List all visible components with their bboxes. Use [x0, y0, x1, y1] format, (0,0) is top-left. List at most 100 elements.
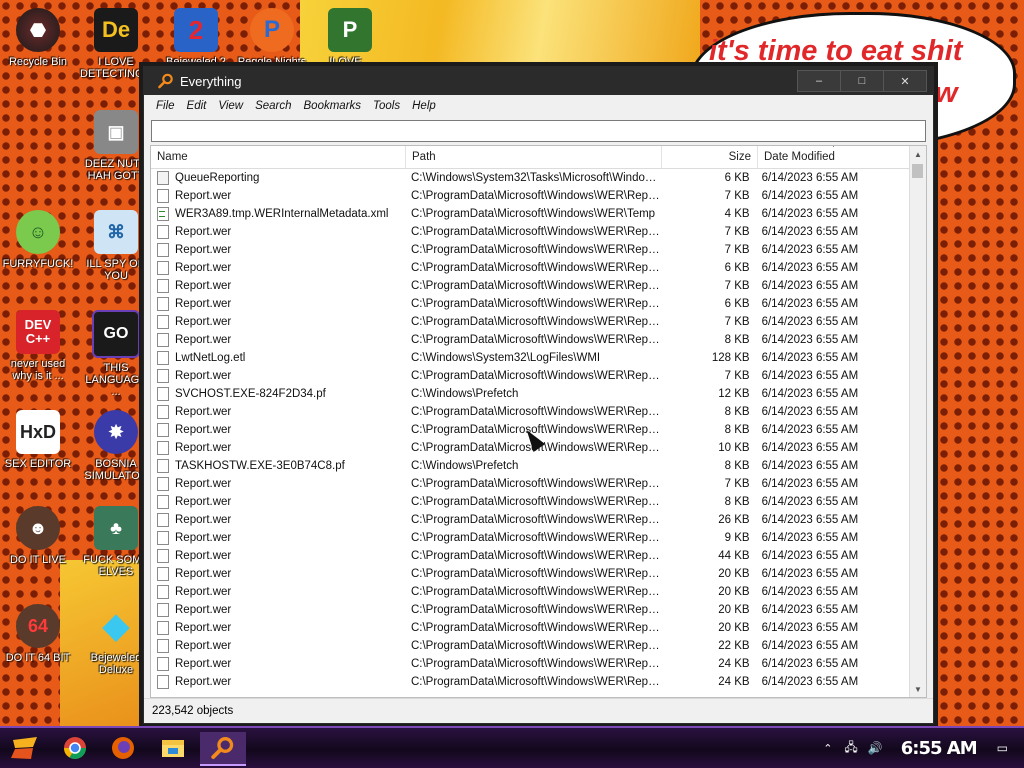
desktop-icon-bejeweled2[interactable]: 2 Bejeweled 2 — [160, 8, 232, 68]
window-titlebar[interactable]: Everything – □ ✕ — [144, 67, 933, 95]
character-icon: ☺ — [16, 210, 60, 254]
cell-size: 7 KB — [724, 478, 750, 490]
table-row[interactable]: Report.wer C:\ProgramData\Microsoft\Windo… — [151, 601, 909, 619]
cell-size: 6 KB — [724, 262, 750, 274]
clock[interactable]: 6:55 AM — [901, 738, 978, 759]
taskbar-everything[interactable] — [200, 732, 246, 766]
desktop-icon-bosnia[interactable]: ✸ BOSNIA SIMULATOR — [80, 410, 152, 482]
file-icon — [157, 225, 169, 239]
cell-path: C:\Windows\Prefetch — [410, 388, 519, 400]
cell-size: 6 KB — [724, 298, 750, 310]
menu-help[interactable]: Help — [412, 100, 436, 112]
search-input[interactable] — [151, 120, 926, 142]
table-row[interactable]: Report.wer C:\ProgramData\Microsoft\Windo… — [151, 565, 909, 583]
devcpp-icon: DEV C++ — [16, 310, 60, 354]
table-row[interactable]: Report.wer C:\ProgramData\Microsoft\Windo… — [151, 295, 909, 313]
table-row[interactable]: Report.wer C:\ProgramData\Microsoft\Windo… — [151, 403, 909, 421]
volume-icon[interactable]: 🔊 — [868, 741, 883, 755]
taskbar-chrome[interactable] — [56, 732, 94, 764]
cell-path: C:\ProgramData\Microsoft\Windows\WER\Rep… — [410, 532, 660, 544]
menu-bookmarks[interactable]: Bookmarks — [304, 100, 362, 112]
table-row[interactable]: Report.wer C:\ProgramData\Microsoft\Windo… — [151, 259, 909, 277]
table-row[interactable]: Report.wer C:\ProgramData\Microsoft\Windo… — [151, 655, 909, 673]
table-row[interactable]: Report.wer C:\ProgramData\Microsoft\Windo… — [151, 313, 909, 331]
table-row[interactable]: Report.wer C:\ProgramData\Microsoft\Windo… — [151, 277, 909, 295]
table-row[interactable]: Report.wer C:\ProgramData\Microsoft\Windo… — [151, 241, 909, 259]
cell-path: C:\ProgramData\Microsoft\Windows\WER\Rep… — [410, 622, 660, 634]
cell-path: C:\ProgramData\Microsoft\Windows\WER\Rep… — [410, 568, 660, 580]
column-path[interactable]: Path — [406, 146, 662, 168]
cell-name: Report.wer — [151, 243, 405, 257]
desktop-icon-recycle-bin[interactable]: ⬣ Recycle Bin — [2, 8, 74, 68]
table-row[interactable]: Report.wer C:\ProgramData\Microsoft\Windo… — [151, 547, 909, 565]
cell-name: TASKHOSTW.EXE-3E0B74C8.pf — [151, 459, 405, 473]
desktop-icon-devcpp[interactable]: DEV C++ never used why is it ... — [2, 310, 74, 382]
cell-date: 6/14/2023 6:55 AM — [761, 298, 859, 310]
table-row[interactable]: Report.wer C:\ProgramData\Microsoft\Windo… — [151, 583, 909, 601]
table-row[interactable]: WER3A89.tmp.WERInternalMetadata.xml C:\Pr… — [151, 205, 909, 223]
scroll-down-icon[interactable]: ▼ — [910, 681, 926, 697]
table-row[interactable]: Report.wer C:\ProgramData\Microsoft\Windo… — [151, 529, 909, 547]
desktop-icon-64bit[interactable]: 64 DO IT 64 BIT — [2, 604, 74, 664]
minimize-button[interactable]: – — [797, 70, 841, 92]
notification-icon[interactable]: ▭ — [997, 741, 1008, 755]
scroll-up-icon[interactable]: ▲ — [910, 146, 926, 162]
cell-size: 128 KB — [711, 352, 750, 364]
desktop-icon-hxd[interactable]: HxD SEX EDITOR — [2, 410, 74, 470]
folder-icon — [157, 171, 169, 185]
table-row[interactable]: QueueReporting C:\Windows\System32\Tasks\… — [151, 169, 909, 187]
file-icon — [157, 279, 169, 293]
desktop-icon-deez-nuts[interactable]: ▣ DEEZ NUTS HAH GOTT — [80, 110, 152, 182]
column-size[interactable]: Size — [662, 146, 758, 168]
desktop-icon-spy[interactable]: ⌘ ILL SPY ON YOU — [80, 210, 152, 282]
table-row[interactable]: Report.wer C:\ProgramData\Microsoft\Windo… — [151, 637, 909, 655]
table-row[interactable]: Report.wer C:\ProgramData\Microsoft\Windo… — [151, 619, 909, 637]
menu-edit[interactable]: Edit — [187, 100, 207, 112]
start-button[interactable] — [6, 732, 44, 764]
table-row[interactable]: Report.wer C:\ProgramData\Microsoft\Windo… — [151, 187, 909, 205]
menu-view[interactable]: View — [218, 100, 243, 112]
close-button[interactable]: ✕ — [883, 70, 927, 92]
desktop-icon-project[interactable]: P ILOVE... — [314, 8, 386, 68]
network-icon[interactable]: 🖧 — [844, 738, 857, 759]
cell-size: 20 KB — [718, 568, 750, 580]
desktop-icon-bejeweled-deluxe[interactable]: ◆ Bejeweled Deluxe — [80, 604, 152, 676]
maximize-button[interactable]: □ — [840, 70, 884, 92]
cell-path: C:\ProgramData\Microsoft\Windows\WER\Rep… — [410, 262, 660, 274]
table-row[interactable]: LwtNetLog.etl C:\Windows\System32\LogFile… — [151, 349, 909, 367]
cell-size: 22 KB — [718, 640, 750, 652]
table-row[interactable]: TASKHOSTW.EXE-3E0B74C8.pf C:\Windows\Pref… — [151, 457, 909, 475]
taskbar-file-explorer[interactable] — [154, 732, 192, 764]
table-row[interactable]: Report.wer C:\ProgramData\Microsoft\Windo… — [151, 493, 909, 511]
column-name[interactable]: Name — [151, 146, 406, 168]
table-row[interactable]: Report.wer C:\ProgramData\Microsoft\Windo… — [151, 475, 909, 493]
desktop-icon-golang[interactable]: GO THIS LANGUAGE ... — [80, 310, 152, 398]
desktop-icon-detecting[interactable]: De I LOVE DETECTING... — [80, 8, 153, 80]
menu-file[interactable]: File — [156, 100, 175, 112]
cell-date: 6/14/2023 6:55 AM — [761, 604, 859, 616]
taskbar-firefox[interactable] — [104, 732, 142, 764]
table-row[interactable]: Report.wer C:\ProgramData\Microsoft\Windo… — [151, 673, 909, 691]
table-row[interactable]: Report.wer C:\ProgramData\Microsoft\Windo… — [151, 367, 909, 385]
desktop-icon-elves[interactable]: ♣ FUCK SOME ELVES — [80, 506, 152, 578]
cell-date: 6/14/2023 6:55 AM — [761, 424, 859, 436]
cell-path: C:\ProgramData\Microsoft\Windows\WER\Rep… — [410, 298, 660, 310]
chevron-up-icon[interactable]: ⌃ — [823, 742, 832, 755]
table-row[interactable]: Report.wer C:\ProgramData\Microsoft\Windo… — [151, 511, 909, 529]
desktop-icon-peggle[interactable]: P Peggle Nights — [236, 8, 308, 68]
cell-name: QueueReporting — [151, 171, 405, 185]
cell-date: 6/14/2023 6:55 AM — [761, 280, 859, 292]
table-row[interactable]: SVCHOST.EXE-824F2D34.pf C:\Windows\Prefet… — [151, 385, 909, 403]
cell-date: 6/14/2023 6:55 AM — [761, 532, 859, 544]
desktop-icon-do-it-live[interactable]: ☻ DO IT LIVE — [2, 506, 74, 566]
cell-date: 6/14/2023 6:55 AM — [761, 226, 859, 238]
table-row[interactable]: Report.wer C:\ProgramData\Microsoft\Windo… — [151, 331, 909, 349]
column-date-modified[interactable]: Date Modified — [758, 146, 912, 168]
results-list[interactable]: Name Path Size Date Modified ▼ QueueRepo… — [150, 145, 927, 698]
menu-tools[interactable]: Tools — [373, 100, 400, 112]
table-row[interactable]: Report.wer C:\ProgramData\Microsoft\Windo… — [151, 223, 909, 241]
scroll-thumb[interactable] — [912, 164, 923, 178]
vertical-scrollbar[interactable]: ▲ ▼ — [909, 146, 926, 697]
desktop-icon-furry[interactable]: ☺ FURRYFUCK! — [2, 210, 74, 270]
menu-search[interactable]: Search — [255, 100, 291, 112]
